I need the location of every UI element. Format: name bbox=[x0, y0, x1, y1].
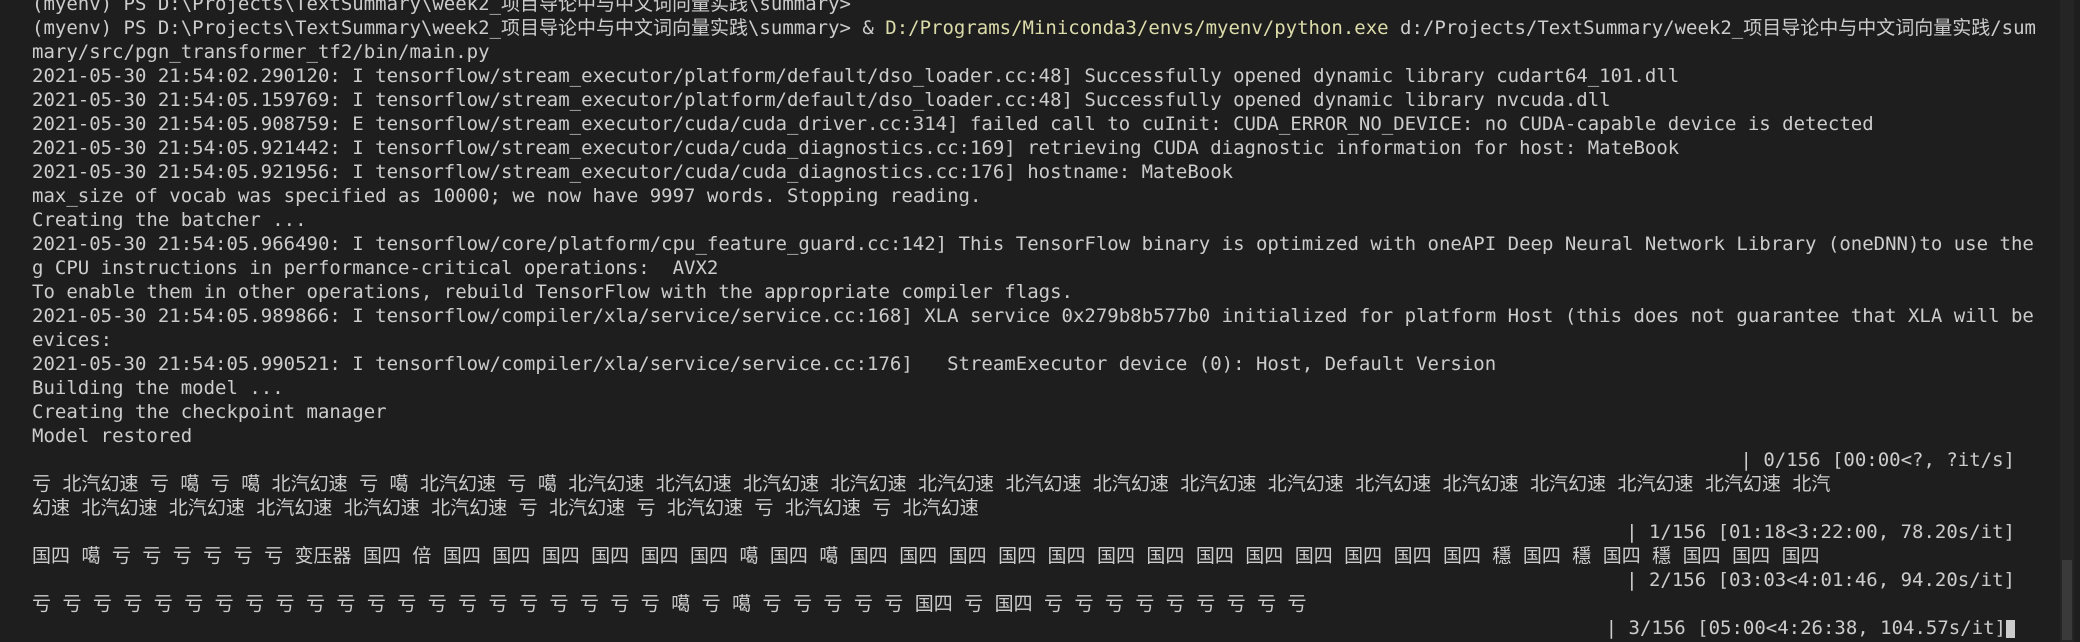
command-args: d:/Projects/TextSummary/week2_项目导论中与中文词向… bbox=[1388, 17, 2036, 39]
terminal-line: Building the model ... bbox=[32, 377, 284, 399]
progress-bar-row: 1% | 1/156 [01:18<3:22:00, 78.20s/it] bbox=[32, 520, 2045, 544]
terminal-line: 2021-05-30 21:54:05.966490: I tensorflow… bbox=[32, 233, 2045, 255]
progress-stats: | 1/156 [01:18<3:22:00, 78.20s/it] bbox=[1626, 521, 2015, 543]
terminal-line: g CPU instructions in performance-critic… bbox=[32, 257, 719, 279]
command-prompt: (myenv) PS D:\Projects\TextSummary\week2… bbox=[32, 17, 886, 39]
terminal-line: To enable them in other operations, rebu… bbox=[32, 281, 1073, 303]
terminal-line: 2021-05-30 21:54:05.159769: I tensorflow… bbox=[32, 89, 1611, 111]
command-line: (myenv) PS D:\Projects\TextSummary\week2… bbox=[32, 16, 2045, 40]
terminal-line: mary/src/pgn_transformer_tf2/bin/main.py bbox=[32, 41, 490, 63]
terminal-line: evices: bbox=[32, 329, 113, 351]
progress-bar-row: 1% | 2/156 [03:03<4:01:46, 94.20s/it] bbox=[32, 568, 2045, 592]
decoded-output-line: 亏 北汽幻速 亏 噶 亏 噶 北汽幻速 亏 噶 北汽幻速 亏 噶 北汽幻速 北汽… bbox=[32, 473, 1831, 495]
progress-stats: | 0/156 [00:00<?, ?it/s] bbox=[1740, 449, 2015, 471]
terminal-output[interactable]: (myenv) PS D:\Projects\TextSummary\week2… bbox=[0, 0, 2045, 642]
python-exe-path: D:/Programs/Miniconda3/envs/myenv/python… bbox=[885, 17, 1389, 39]
scrollbar-thumb[interactable] bbox=[2062, 560, 2072, 640]
terminal-line: (myenv) PS D:\Projects\TextSummary\week2… bbox=[32, 0, 851, 15]
progress-bar-row: 0%| | 0/156 [00:00<?, ?it/s] bbox=[32, 448, 2045, 472]
progress-stats: | 2/156 [03:03<4:01:46, 94.20s/it] bbox=[1626, 569, 2015, 591]
terminal-line: Model restored bbox=[32, 425, 193, 447]
text-cursor bbox=[2006, 619, 2015, 638]
terminal-line: 2021-05-30 21:54:05.990521: I tensorflow… bbox=[32, 353, 1497, 375]
decoded-output-line: 幻速 北汽幻速 北汽幻速 北汽幻速 北汽幻速 北汽幻速 亏 北汽幻速 亏 北汽幻… bbox=[32, 497, 979, 519]
decoded-output-line: 国四 噶 亏 亏 亏 亏 亏 亏 变压器 国四 倍 国四 国四 国四 国四 国四… bbox=[32, 545, 1820, 567]
terminal-line: Creating the checkpoint manager bbox=[32, 401, 387, 423]
terminal-line: max_size of vocab was specified as 10000… bbox=[32, 185, 982, 207]
terminal-line: 2021-05-30 21:54:05.921956: I tensorflow… bbox=[32, 161, 1234, 183]
terminal-line: 2021-05-30 21:54:05.921442: I tensorflow… bbox=[32, 137, 1680, 159]
terminal-scrollbar[interactable] bbox=[2060, 0, 2074, 642]
terminal-line: 2021-05-30 21:54:05.908759: E tensorflow… bbox=[32, 113, 1874, 135]
terminal-line: 2021-05-30 21:54:05.989866: I tensorflow… bbox=[32, 305, 2045, 327]
decoded-output-line: 亏 亏 亏 亏 亏 亏 亏 亏 亏 亏 亏 亏 亏 亏 亏 亏 亏 亏 亏 亏 … bbox=[32, 593, 1307, 615]
progress-stats: | 3/156 [05:00<4:26:38, 104.57s/it] bbox=[1606, 616, 2015, 640]
terminal-line: Creating the batcher ... bbox=[32, 209, 307, 231]
progress-bar-row: 2% | 3/156 [05:00<4:26:38, 104.57s/it] bbox=[32, 616, 2045, 640]
terminal-line: 2021-05-30 21:54:02.290120: I tensorflow… bbox=[32, 65, 1680, 87]
